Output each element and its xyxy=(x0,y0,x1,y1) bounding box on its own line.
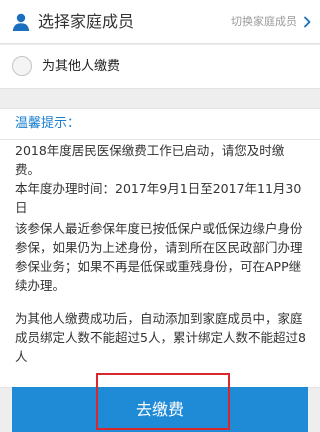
notice-paragraph-1-text: 2018年度居民医保缴费工作已启动，请您及时缴费。 本年度办理时间：2017年9… xyxy=(15,143,302,215)
notice-paragraph-3: 为其他人缴费成功后，自动添加到家庭成员中，家庭成员绑定人数不能超过5人，累计绑定… xyxy=(15,311,306,364)
header-bar: 选择家庭成员 切换家庭成员 xyxy=(0,0,320,44)
user-icon xyxy=(12,13,30,31)
notice-panel: 温馨提示： 2018年度居民医保缴费工作已启动，请您及时缴费。 本年度办理时间：… xyxy=(0,108,320,388)
switch-family-member-label: 切换家庭成员 xyxy=(231,15,297,28)
pay-for-others-radio[interactable] xyxy=(12,56,32,76)
pay-for-others-option[interactable]: 为其他人缴费 xyxy=(0,45,320,89)
page-title: 选择家庭成员 xyxy=(38,12,135,31)
go-pay-button[interactable]: 去缴费 xyxy=(12,387,308,432)
switch-family-member-link[interactable]: 切换家庭成员 xyxy=(231,14,312,30)
pay-for-others-label: 为其他人缴费 xyxy=(42,59,121,74)
notice-title: 温馨提示： xyxy=(15,116,81,131)
notice-paragraph-2: 该参保人最近参保年度已按低保户或低保边缘户身份参保，如果仍为上述身份，请到所在区… xyxy=(15,221,303,293)
notice-paragraph-1: 2018年度居民医保缴费工作已启动，请您及时缴费。 本年度办理时间：2017年9… xyxy=(15,141,307,217)
chevron-right-icon xyxy=(304,16,311,28)
notice-divider xyxy=(0,139,320,140)
